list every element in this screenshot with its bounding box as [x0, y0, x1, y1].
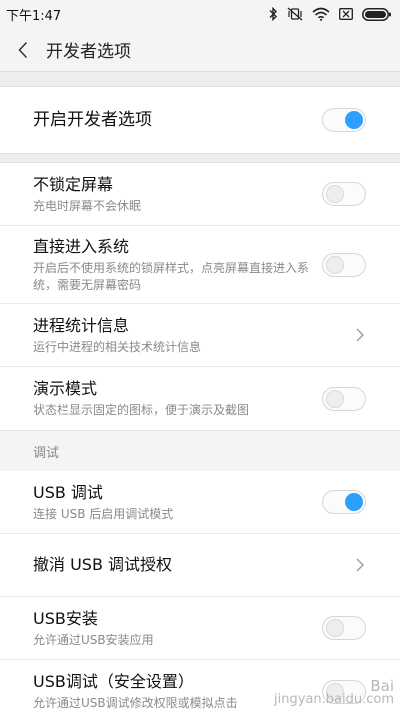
row-subtitle: 允许通过USB调试修改权限或模拟点击 — [33, 696, 238, 710]
direct-boot-toggle[interactable] — [322, 252, 366, 277]
vibrate-off-icon — [287, 7, 303, 21]
main-toggle-group: 开启开发者选项 — [0, 87, 400, 153]
row-title: 撤消 USB 调试授权 — [33, 555, 173, 574]
back-button[interactable] — [0, 28, 46, 72]
usb-debugging-row[interactable]: USB 调试 连接 USB 后启用调试模式 — [0, 471, 400, 534]
watermark-line2: jingyan.baidu.com — [274, 692, 394, 707]
usb-debugging-toggle[interactable] — [322, 490, 366, 514]
stay-awake-row[interactable]: 不锁定屏幕 充电时屏幕不会休眠 — [0, 163, 400, 226]
row-title: USB安装 — [33, 608, 98, 628]
toggle-knob — [345, 493, 363, 511]
row-title: 直接进入系统 — [33, 236, 130, 256]
watermark-line1: Bai — [370, 677, 394, 695]
chevron-right-icon — [356, 328, 364, 342]
row-subtitle: 运行中进程的相关技术统计信息 — [33, 339, 202, 354]
section-header-debug: 调试 — [0, 430, 400, 471]
row-title: 不锁定屏幕 — [33, 174, 114, 194]
row-title: 开启开发者选项 — [33, 110, 152, 130]
chevron-right-icon — [356, 558, 364, 572]
row-subtitle: 连接 USB 后启用调试模式 — [33, 506, 174, 521]
demo-mode-toggle[interactable] — [322, 386, 366, 411]
toggle-knob — [326, 185, 344, 203]
process-stats-row[interactable]: 进程统计信息 运行中进程的相关技术统计信息 — [0, 304, 400, 367]
bluetooth-icon — [269, 7, 277, 21]
usb-install-toggle[interactable] — [322, 616, 366, 640]
row-subtitle: 允许通过USB安装应用 — [33, 632, 154, 647]
row-subtitle: 充电时屏幕不会休眠 — [33, 198, 142, 213]
toggle-knob — [345, 111, 363, 129]
status-icons — [268, 7, 392, 21]
sim-off-icon — [339, 8, 353, 20]
chevron-left-icon — [18, 41, 28, 58]
row-title: 演示模式 — [33, 379, 98, 398]
toggle-knob — [326, 619, 344, 637]
app-header: 开发者选项 — [0, 28, 400, 72]
page-title: 开发者选项 — [46, 42, 131, 62]
direct-boot-row[interactable]: 直接进入系统 开启后不使用系统的锁屏样式，点亮屏幕直接进入系统，需要无屏幕密码 — [0, 226, 400, 304]
usb-install-row[interactable]: USB安装 允许通过USB安装应用 — [0, 597, 400, 660]
toggle-knob — [326, 389, 344, 408]
developer-options-toggle[interactable] — [322, 108, 366, 132]
status-time: 下午1:47 — [6, 8, 62, 24]
row-title: USB调试（安全设置） — [33, 672, 194, 691]
battery-icon — [362, 7, 391, 21]
demo-mode-row[interactable]: 演示模式 状态栏显示固定的图标，便于演示及截图 — [0, 367, 400, 430]
general-group: 不锁定屏幕 充电时屏幕不会休眠 直接进入系统 开启后不使用系统的锁屏样式，点亮屏… — [0, 163, 400, 430]
row-subtitle: 开启后不使用系统的锁屏样式，点亮屏幕直接进入系统，需要无屏幕密码 — [33, 260, 310, 292]
row-title: USB 调试 — [33, 482, 103, 502]
divider — [0, 153, 400, 163]
wifi-icon — [312, 7, 330, 21]
row-title: 进程统计信息 — [33, 315, 130, 335]
developer-options-row[interactable]: 开启开发者选项 — [0, 87, 400, 153]
watermark: Bai jingyan.baidu.com — [274, 679, 394, 707]
status-bar: 下午1:47 — [0, 0, 400, 28]
revoke-usb-auth-row[interactable]: 撤消 USB 调试授权 — [0, 534, 400, 597]
stay-awake-toggle[interactable] — [322, 182, 366, 206]
row-subtitle: 状态栏显示固定的图标，便于演示及截图 — [33, 403, 250, 417]
divider — [0, 72, 400, 87]
toggle-knob — [326, 255, 344, 274]
